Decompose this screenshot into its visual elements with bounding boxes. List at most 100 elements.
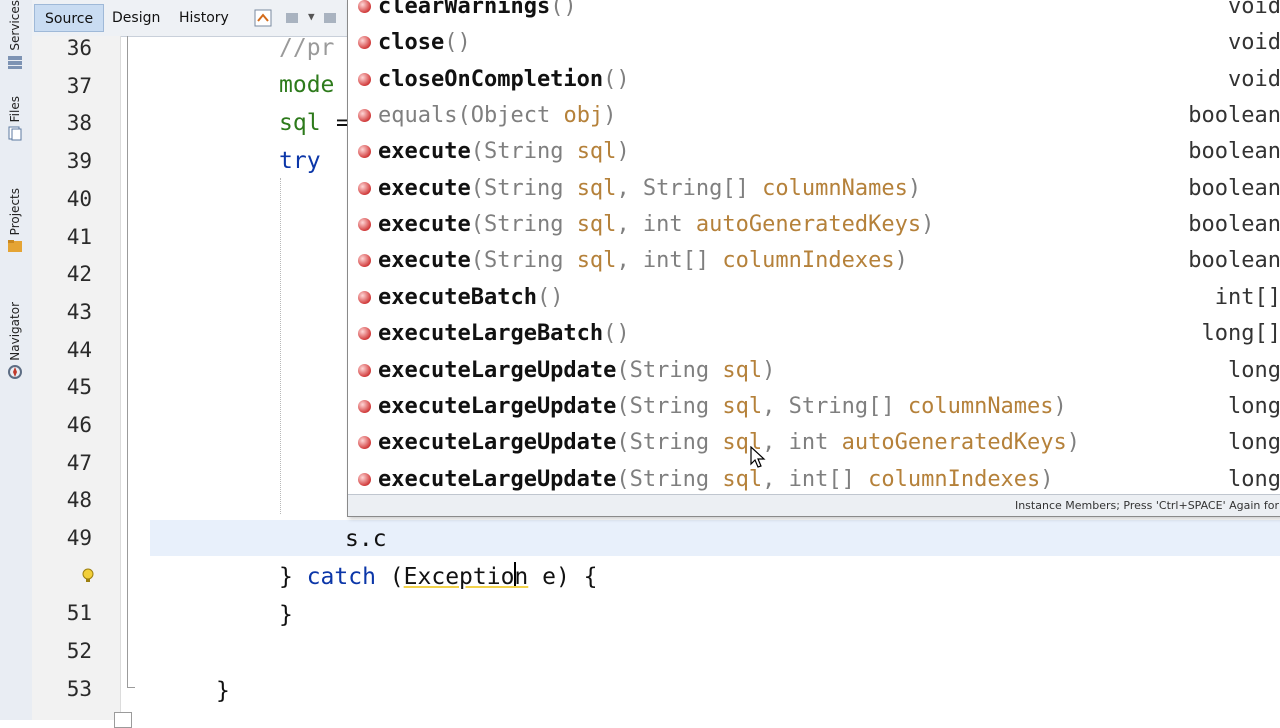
return-type: long	[1228, 430, 1280, 456]
line-number: 48	[66, 488, 92, 512]
param-type: , int[]	[616, 248, 723, 274]
completion-signature: execute(String sql)	[378, 134, 630, 170]
param-name: sql	[722, 393, 763, 419]
return-type: int[]	[1214, 284, 1280, 310]
return-type: long	[1228, 466, 1280, 492]
param-name: sql	[576, 212, 617, 238]
method-name: clearWarnings	[378, 0, 551, 19]
param-name: obj	[563, 103, 604, 129]
method-icon	[358, 72, 371, 86]
param-type: )	[1066, 430, 1081, 456]
navigator-tab[interactable]: Navigator	[2, 302, 28, 380]
completion-item[interactable]: clearWarnings() void	[348, 0, 1280, 25]
completion-item[interactable]: executeLargeUpdate(String sql) long	[348, 353, 1280, 389]
return-type: long	[1228, 393, 1280, 419]
param-type: (String	[616, 430, 723, 456]
method-icon	[358, 472, 371, 486]
param-name: sql	[576, 175, 617, 201]
line-number: 47	[66, 451, 92, 475]
completion-item[interactable]: executeLargeUpdate(String sql, int[] col…	[348, 462, 1280, 498]
param-type: )	[894, 248, 908, 274]
method-name: executeLargeUpdate	[378, 357, 617, 383]
forward-icon[interactable]	[322, 9, 340, 27]
tab-history[interactable]: History	[169, 4, 239, 32]
code-identifier: sql	[279, 110, 321, 136]
line-number: 45	[66, 375, 92, 399]
completion-item[interactable]: executeLargeUpdate(String sql, int autoG…	[348, 425, 1280, 461]
method-name: closeOnCompletion	[378, 66, 604, 92]
completion-signature: executeBatch()	[378, 280, 563, 316]
code-typing-line: s.c	[345, 526, 387, 552]
method-name: equals	[378, 103, 458, 129]
line-number: 44	[66, 338, 92, 362]
code-completion-popup[interactable]: clearWarnings() void close() void closeOnCom…	[347, 0, 1280, 517]
param-type: , String[]	[616, 175, 763, 201]
completion-item[interactable]: execute(String sql, int[] columnIndexes)…	[348, 243, 1280, 279]
param-type: , int	[762, 430, 842, 456]
method-icon	[358, 109, 371, 123]
completion-item[interactable]: executeLargeBatch() long[]	[348, 316, 1280, 352]
param-type: ()	[444, 30, 471, 56]
hint-bulb-icon[interactable]	[80, 568, 96, 584]
param-name: columnNames	[907, 393, 1054, 419]
method-name: execute	[378, 139, 471, 165]
return-type: boolean	[1188, 248, 1280, 274]
tab-source[interactable]: Source	[34, 4, 105, 32]
services-tab[interactable]: Services	[2, 0, 28, 70]
projects-tab-label: Projects	[8, 188, 22, 236]
line-number: 39	[66, 149, 92, 173]
param-type: (String	[470, 175, 577, 201]
services-tab-label: Services	[8, 0, 22, 51]
method-name: executeLargeUpdate	[378, 393, 617, 419]
param-type: )	[616, 139, 630, 165]
code-brace: }	[279, 564, 307, 590]
param-type: (String	[470, 212, 577, 238]
param-type: (Object	[457, 103, 564, 129]
param-type: (String	[616, 466, 723, 492]
param-name: columnIndexes	[868, 466, 1041, 492]
line-number: 46	[66, 413, 92, 437]
line-number: 43	[66, 300, 92, 324]
code-type: Exception	[403, 564, 529, 590]
side-panel-bar: Services Files Projects Navigator	[0, 0, 33, 720]
completion-item[interactable]: execute(String sql, String[] columnNames…	[348, 171, 1280, 207]
editor-toolbar: Source Design History ▼	[32, 0, 352, 37]
completion-item[interactable]: executeBatch() int[]	[348, 280, 1280, 316]
files-tab-label: Files	[8, 96, 22, 123]
completion-item[interactable]: execute(String sql, int autoGeneratedKey…	[348, 207, 1280, 243]
services-icon	[8, 55, 22, 69]
line-number: 36	[66, 36, 92, 60]
param-type: (String	[470, 248, 577, 274]
return-type: long	[1228, 357, 1280, 383]
completion-item[interactable]: execute(String sql) boolean	[348, 134, 1280, 170]
code-catch-line: } catch (Exception e) {	[279, 562, 598, 592]
completion-item[interactable]: executeLargeUpdate(String sql, String[] …	[348, 389, 1280, 425]
completion-item[interactable]: closeOnCompletion() void	[348, 62, 1280, 98]
code-comment: //pr	[279, 35, 335, 61]
files-tab[interactable]: Files	[2, 96, 28, 141]
back-icon[interactable]	[284, 9, 302, 27]
completion-signature: execute(String sql, int autoGeneratedKey…	[378, 207, 934, 243]
tab-design[interactable]: Design	[102, 4, 170, 32]
completion-signature: executeLargeUpdate(String sql, int autoG…	[378, 425, 1080, 461]
completion-item[interactable]: equals(Object obj) boolean	[348, 98, 1280, 134]
param-type: , int	[616, 212, 696, 238]
method-icon	[358, 399, 371, 413]
files-icon	[8, 126, 22, 141]
projects-tab[interactable]: Projects	[2, 188, 28, 254]
param-name: sql	[722, 466, 763, 492]
completion-item[interactable]: close() void	[348, 25, 1280, 61]
completion-signature: close()	[378, 25, 471, 61]
back-dropdown-icon[interactable]: ▼	[308, 10, 315, 23]
method-name: executeLargeUpdate	[378, 430, 617, 456]
param-type: )	[603, 103, 617, 129]
param-type: (String	[616, 357, 723, 383]
line-number: 38	[66, 111, 92, 135]
method-icon	[358, 181, 371, 195]
return-type: boolean	[1188, 103, 1280, 129]
method-name: execute	[378, 175, 471, 201]
line-number: 41	[66, 225, 92, 249]
return-type: boolean	[1188, 212, 1280, 238]
method-icon	[358, 363, 371, 377]
last-edit-icon[interactable]	[254, 9, 272, 27]
